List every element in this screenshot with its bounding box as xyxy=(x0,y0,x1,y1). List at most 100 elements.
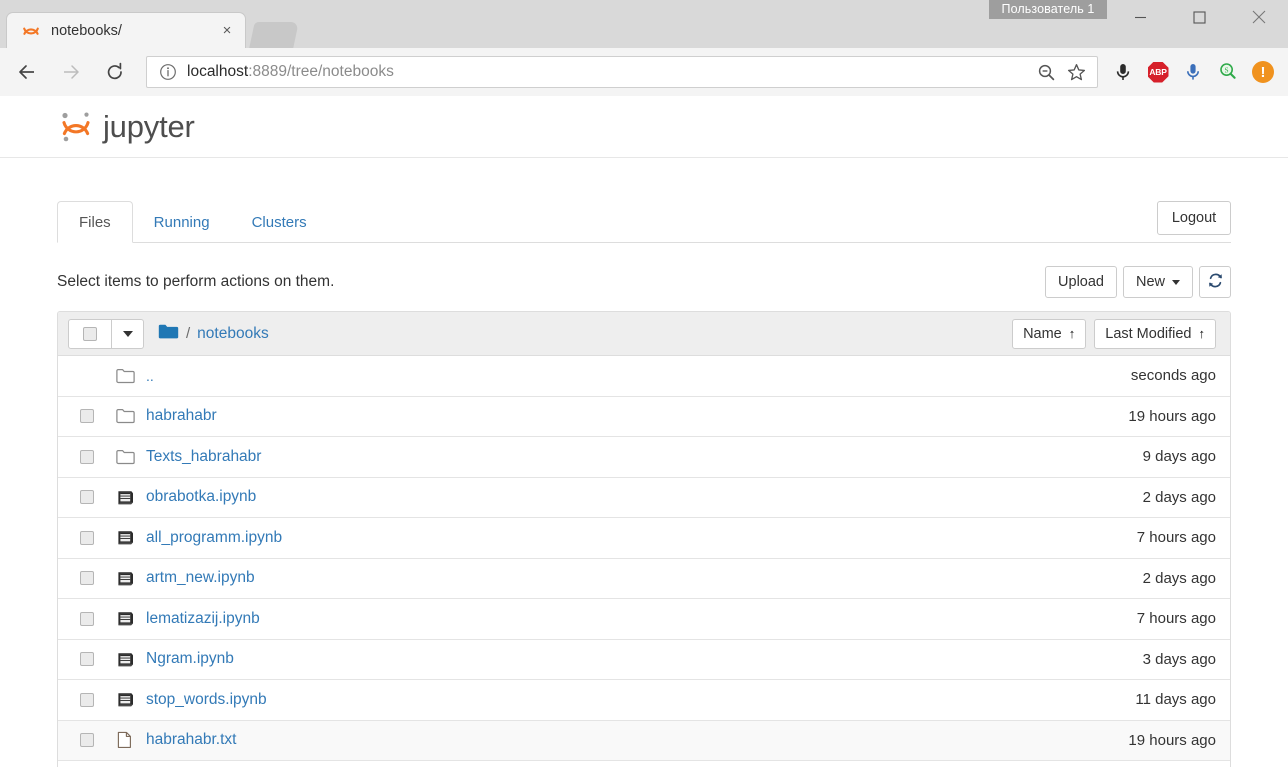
new-button[interactable]: New xyxy=(1122,266,1193,298)
minimize-icon[interactable] xyxy=(1111,0,1170,34)
row-checkbox[interactable] xyxy=(80,409,94,424)
row-checkbox-cell[interactable] xyxy=(58,571,116,586)
forward-arrow-icon xyxy=(52,53,90,91)
table-row[interactable]: stop_words.ipynb 11 days ago xyxy=(58,680,1230,721)
folder-icon[interactable] xyxy=(158,323,179,345)
voice-search-icon[interactable] xyxy=(1178,57,1208,87)
address-bar-actions xyxy=(1035,61,1091,83)
new-tab-button[interactable] xyxy=(249,22,299,48)
window-controls xyxy=(1111,0,1288,34)
notebook-icon xyxy=(116,651,146,668)
row-checkbox-cell[interactable] xyxy=(58,611,116,626)
jupyter-logo[interactable]: jupyter xyxy=(57,108,195,146)
microphone-icon[interactable] xyxy=(1108,57,1138,87)
breadcrumb: / notebooks xyxy=(158,323,269,345)
refresh-button[interactable] xyxy=(1199,266,1231,298)
row-checkbox[interactable] xyxy=(80,490,94,505)
star-icon[interactable] xyxy=(1065,61,1087,83)
file-name-link[interactable]: lematizazij.ipynb xyxy=(146,610,1137,628)
select-all-group xyxy=(68,318,144,349)
notebook-icon xyxy=(116,529,146,546)
warning-label: ! xyxy=(1252,61,1274,83)
row-checkbox-cell[interactable] xyxy=(58,409,116,424)
abp-label: ABP xyxy=(1147,61,1169,83)
row-checkbox[interactable] xyxy=(80,652,94,667)
table-row[interactable]: lematizazij.ipynb 7 hours ago xyxy=(58,599,1230,640)
file-name-link[interactable]: obrabotka.ipynb xyxy=(146,488,1143,506)
jupyter-body: Files Running Clusters Select items to p… xyxy=(0,200,1288,767)
tab-close-icon[interactable]: × xyxy=(217,21,237,41)
file-name-link[interactable]: habrahabr.txt xyxy=(146,731,1128,749)
upload-button-label: Upload xyxy=(1058,274,1104,290)
actions-hint-text: Select items to perform actions on them. xyxy=(57,273,335,290)
row-checkbox[interactable] xyxy=(80,530,94,545)
sort-by-name-button[interactable]: Name ↑ xyxy=(1012,318,1087,349)
green-search-icon[interactable]: S xyxy=(1213,57,1243,87)
file-name-link[interactable]: Texts_habrahabr xyxy=(146,448,1143,466)
url-path: :8889/tree/notebooks xyxy=(248,63,394,80)
tab-running[interactable]: Running xyxy=(133,201,231,243)
warning-icon[interactable]: ! xyxy=(1248,57,1278,87)
table-row[interactable]: Ngram.ipynb 3 days ago xyxy=(58,639,1230,680)
select-all-checkbox[interactable] xyxy=(68,318,112,349)
notebook-icon xyxy=(116,570,146,587)
row-checkbox[interactable] xyxy=(80,611,94,626)
file-name-link[interactable]: stop_words.ipynb xyxy=(146,691,1135,709)
row-checkbox-cell[interactable] xyxy=(58,449,116,464)
row-checkbox[interactable] xyxy=(80,571,94,586)
address-bar[interactable]: localhost:8889/tree/notebooks xyxy=(146,56,1098,88)
sort-last-modified-label: Last Modified xyxy=(1105,325,1192,342)
sort-by-last-modified-button[interactable]: Last Modified ↑ xyxy=(1094,318,1216,349)
tab-files[interactable]: Files xyxy=(57,201,133,243)
file-list-rows: .. seconds ago habrahabr 19 hours ago Texts_… xyxy=(58,356,1230,767)
browser-tab-title: notebooks/ xyxy=(51,22,122,39)
zoom-out-icon[interactable] xyxy=(1035,61,1057,83)
close-icon[interactable] xyxy=(1229,0,1288,34)
row-checkbox[interactable] xyxy=(80,733,94,748)
table-row[interactable]: Texts_habrahabr 9 days ago xyxy=(58,437,1230,478)
row-checkbox-cell[interactable] xyxy=(58,652,116,667)
adblock-plus-icon[interactable]: ABP xyxy=(1143,57,1173,87)
table-row[interactable]: image.PNG2 days ago xyxy=(58,761,1230,767)
row-checkbox[interactable] xyxy=(80,692,94,707)
breadcrumb-current[interactable]: notebooks xyxy=(197,325,269,343)
row-checkbox[interactable] xyxy=(80,449,94,464)
file-name-link[interactable]: artm_new.ipynb xyxy=(146,569,1143,587)
file-name-link[interactable]: .. xyxy=(146,368,1131,384)
table-row[interactable]: artm_new.ipynb 2 days ago xyxy=(58,558,1230,599)
browser-tab[interactable]: notebooks/ × xyxy=(6,12,246,48)
file-list: / notebooks Name ↑ Last Modified ↑ .. sec… xyxy=(57,311,1231,767)
table-row[interactable]: habrahabr.txt 19 hours ago xyxy=(58,720,1230,761)
table-row[interactable]: .. seconds ago xyxy=(58,356,1230,397)
tab-clusters[interactable]: Clusters xyxy=(231,201,328,243)
row-checkbox-cell[interactable] xyxy=(58,692,116,707)
back-arrow-icon[interactable] xyxy=(8,53,46,91)
upload-button[interactable]: Upload xyxy=(1045,266,1117,298)
file-list-header-left: / notebooks xyxy=(68,318,269,349)
reload-icon[interactable] xyxy=(96,53,134,91)
select-all-dropdown[interactable] xyxy=(112,318,144,349)
file-modified-time: seconds ago xyxy=(1130,367,1216,385)
maximize-icon[interactable] xyxy=(1170,0,1229,34)
table-row[interactable]: habrahabr 19 hours ago xyxy=(58,396,1230,437)
notebook-icon xyxy=(116,489,146,506)
address-bar-url: localhost:8889/tree/notebooks xyxy=(187,63,1035,81)
extension-icons: ABP S ! xyxy=(1108,57,1288,87)
row-checkbox-cell[interactable] xyxy=(58,530,116,545)
breadcrumb-separator: / xyxy=(186,325,191,342)
jupyter-page: jupyter Logout Files Running Clusters Se… xyxy=(0,96,1288,767)
user-profile-badge[interactable]: Пользователь 1 xyxy=(989,0,1107,19)
file-name-link[interactable]: all_programm.ipynb xyxy=(146,529,1137,547)
info-circle-icon[interactable] xyxy=(159,63,177,81)
browser-chrome: Пользователь 1 notebooks/ × localhost:88… xyxy=(0,0,1288,96)
file-name-link[interactable]: habrahabr xyxy=(146,407,1128,425)
url-host: localhost xyxy=(187,63,249,80)
svg-text:S: S xyxy=(1225,66,1229,75)
file-modified-time: 11 days ago xyxy=(1135,691,1216,709)
row-checkbox-cell[interactable] xyxy=(58,490,116,505)
table-row[interactable]: all_programm.ipynb 7 hours ago xyxy=(58,518,1230,559)
file-list-header: / notebooks Name ↑ Last Modified ↑ xyxy=(58,312,1230,356)
row-checkbox-cell[interactable] xyxy=(58,733,116,748)
table-row[interactable]: obrabotka.ipynb 2 days ago xyxy=(58,477,1230,518)
file-name-link[interactable]: Ngram.ipynb xyxy=(146,650,1143,668)
